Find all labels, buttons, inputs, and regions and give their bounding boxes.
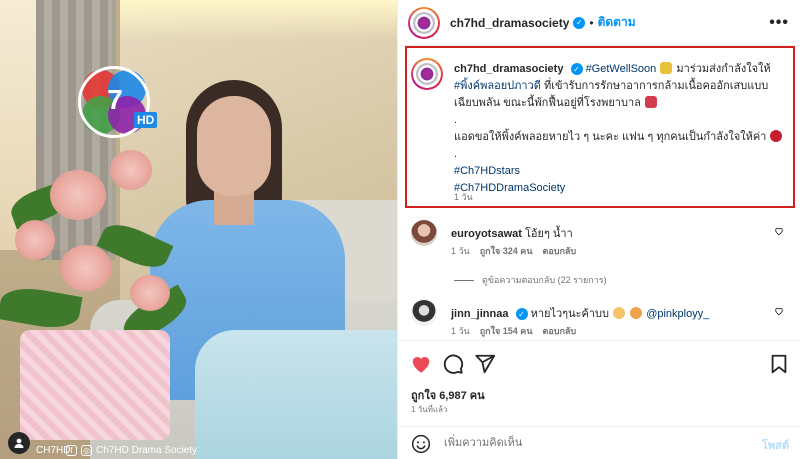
comment-time: 1 วัน xyxy=(451,246,470,256)
emoji-picker-icon[interactable] xyxy=(411,434,431,454)
commenter-avatar[interactable] xyxy=(411,300,437,326)
caption-username[interactable]: ch7hd_dramasociety xyxy=(454,63,563,75)
watermark-brand-row: f ◎ Ch7HD Drama Society xyxy=(66,445,197,456)
post-comment-button[interactable]: โพสต์ xyxy=(762,436,789,454)
post-header: ch7hd_dramasociety ✓ • ติดตาม ••• xyxy=(398,0,800,46)
caption-dot-1: . xyxy=(454,114,458,126)
save-bookmark-icon[interactable] xyxy=(768,353,790,375)
photo-light xyxy=(120,0,397,40)
replies-divider xyxy=(454,279,474,281)
comment-mention[interactable]: @pinkployy_ xyxy=(646,308,709,320)
caption-highlight: ch7hd_dramasociety ✓ #GetWellSoon มาร่วม… xyxy=(405,46,795,208)
comment-icon[interactable] xyxy=(442,353,464,375)
post-photo[interactable]: 7 HD CH7HD f ◎ Ch7HD Drama Society xyxy=(0,0,397,459)
comment-likes[interactable]: ถูกใจ 154 คน xyxy=(480,324,533,338)
hospital-emoji-icon xyxy=(644,96,657,108)
caption-text: ch7hd_dramasociety ✓ #GetWellSoon มาร่วม… xyxy=(454,61,790,197)
instagram-icon: ◎ xyxy=(81,445,92,456)
commenter-username[interactable]: euroyotsawat xyxy=(451,228,522,240)
facebook-icon: f xyxy=(66,445,77,456)
post-panel: ch7hd_dramasociety ✓ • ติดตาม ••• ch7hd_… xyxy=(397,0,800,459)
add-comment-bar: โพสต์ xyxy=(398,426,800,459)
reply-button[interactable]: ตอบกลับ xyxy=(542,324,576,338)
comment-like-icon[interactable] xyxy=(774,306,784,316)
caption-time: 1 วัน xyxy=(454,192,473,202)
comment-meta: 1 วัน ถูกใจ 324 คน ตอบกลับ xyxy=(451,244,576,258)
post-actions-bar xyxy=(398,340,800,380)
author-avatar[interactable] xyxy=(408,6,440,39)
hashtag-pinkploy[interactable]: #พิ้งค์พลอยปภาวดี xyxy=(454,80,541,92)
comment-input[interactable] xyxy=(444,433,734,453)
laugh-emoji-icon xyxy=(630,307,643,319)
like-heart-icon[interactable] xyxy=(410,353,432,375)
comment-time: 1 วัน xyxy=(451,326,470,336)
caption-author-avatar[interactable] xyxy=(411,58,443,90)
photo-blanket xyxy=(195,330,397,459)
reply-button[interactable]: ตอบกลับ xyxy=(542,244,576,258)
verified-badge-icon: ✓ xyxy=(573,16,586,29)
caption-line-3: แอดขอให้พิ้งค์พลอยหายไว ๆ นะคะ แฟน ๆ ทุก… xyxy=(454,131,767,143)
flower-basket xyxy=(20,330,170,440)
heart-emoji-icon xyxy=(770,130,783,142)
photo-face xyxy=(197,96,271,196)
commenter-username[interactable]: jinn_jinnaa xyxy=(451,308,508,320)
more-options-icon[interactable]: ••• xyxy=(769,14,789,32)
tagged-user-icon[interactable] xyxy=(8,432,30,454)
share-icon[interactable] xyxy=(474,353,496,375)
likes-count[interactable]: ถูกใจ 6,987 คน xyxy=(411,386,485,404)
caption-line-1: มาร่วมส่งกำลังใจให้ xyxy=(676,63,771,75)
author-username[interactable]: ch7hd_dramasociety xyxy=(450,16,569,30)
follow-button[interactable]: ติดตาม xyxy=(598,13,636,32)
caption-dot-2: . xyxy=(454,148,458,160)
watermark-brand: Ch7HD Drama Society xyxy=(96,445,198,456)
caption-verified-icon: ✓ xyxy=(570,63,583,76)
post-time: 1 วันที่แล้ว xyxy=(411,405,448,414)
comment-body: euroyotsawat โอ้ยๆ น้ำา xyxy=(451,224,771,242)
view-replies-button[interactable]: ดูข้อความตอบกลับ (22 รายการ) xyxy=(454,273,607,287)
comment-likes[interactable]: ถูกใจ 324 คน xyxy=(480,244,533,258)
hashtag-ch7hdstars[interactable]: #Ch7HDstars xyxy=(454,165,520,177)
smile-emoji-icon xyxy=(613,307,626,319)
comment-like-icon[interactable] xyxy=(774,226,784,236)
comment-body: jinn_jinnaa ✓ หายไวๆนะค้าบบ @pinkployy_ xyxy=(451,304,771,322)
comment-text: หายไวๆนะค้าบบ xyxy=(530,308,610,320)
commenter-verified-icon: ✓ xyxy=(515,308,528,321)
comment-text: โอ้ยๆ น้ำา xyxy=(524,228,573,240)
channel-7-digit: 7 xyxy=(107,84,123,115)
view-replies-label[interactable]: ดูข้อความตอบกลับ (22 รายการ) xyxy=(482,273,607,287)
commenter-avatar[interactable] xyxy=(411,220,437,246)
flower-emoji-icon xyxy=(660,62,673,74)
comment-meta: 1 วัน ถูกใจ 154 คน ตอบกลับ xyxy=(451,324,576,338)
hd-tag: HD xyxy=(134,112,158,128)
hashtag-getwellsoon[interactable]: #GetWellSoon xyxy=(586,63,657,75)
header-separator: • xyxy=(589,15,594,30)
